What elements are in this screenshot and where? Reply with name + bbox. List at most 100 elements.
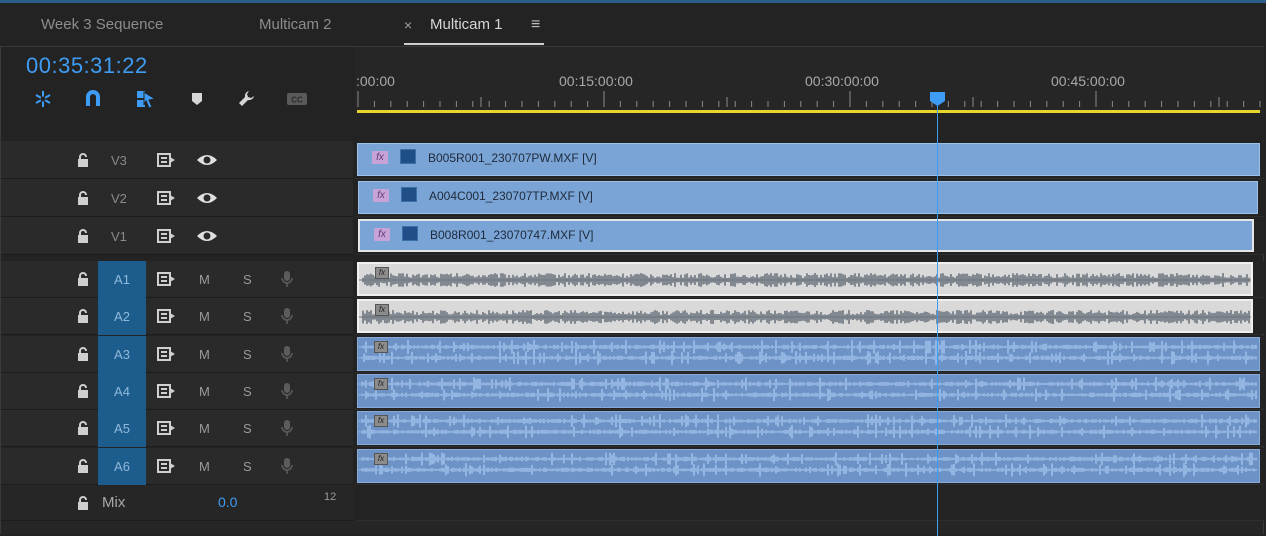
sync-lock-icon[interactable] — [157, 347, 177, 361]
audio-clip[interactable]: fx — [357, 449, 1260, 483]
sync-lock-icon[interactable] — [157, 309, 177, 323]
microphone-icon[interactable] — [281, 419, 293, 437]
audio-clip[interactable]: fx — [357, 337, 1260, 371]
sync-lock-icon[interactable] — [157, 229, 177, 243]
lock-icon[interactable] — [76, 346, 90, 362]
lock-icon[interactable] — [76, 383, 90, 399]
audio-waveform — [358, 340, 1257, 365]
source-patch-target[interactable]: A6 — [98, 448, 146, 485]
lock-icon[interactable] — [76, 271, 90, 287]
solo-button[interactable]: S — [243, 309, 252, 324]
video-clip[interactable]: fx B005R001_230707PW.MXF [V] — [357, 143, 1260, 176]
eye-icon[interactable] — [196, 153, 218, 167]
audio-clip[interactable]: fx — [357, 299, 1253, 333]
video-clip[interactable]: fx A004C001_230707TP.MXF [V] — [358, 181, 1258, 214]
lock-icon[interactable] — [76, 308, 90, 324]
track-name: A1 — [114, 272, 130, 287]
mix-level-indicator: 12 — [324, 491, 337, 503]
audio-clip[interactable]: fx — [357, 411, 1260, 445]
tab-close-icon[interactable]: × — [404, 17, 412, 33]
audio-track-header-a2: A2 M S — [1, 298, 353, 335]
mix-volume-value[interactable]: 0.0 — [218, 494, 237, 510]
source-patch-target[interactable]: A4 — [98, 373, 146, 410]
fx-badge-icon[interactable]: fx — [374, 378, 388, 390]
playhead-line[interactable] — [937, 100, 938, 536]
solo-button[interactable]: S — [243, 347, 252, 362]
solo-button[interactable]: S — [243, 272, 252, 287]
audio-clip[interactable]: fx — [357, 374, 1260, 408]
solo-button[interactable]: S — [243, 384, 252, 399]
sync-lock-icon[interactable] — [157, 459, 177, 473]
fx-badge-icon[interactable]: fx — [374, 453, 388, 465]
clip-name: A004C001_230707TP.MXF [V] — [429, 189, 593, 203]
source-patch-target[interactable]: A5 — [98, 410, 146, 447]
video-clip[interactable]: fx B008R001_23070747.MXF [V] — [358, 219, 1254, 252]
microphone-icon[interactable] — [281, 270, 293, 288]
sync-lock-icon[interactable] — [157, 272, 177, 286]
microphone-icon[interactable] — [281, 457, 293, 475]
fx-badge-icon[interactable]: fx — [373, 189, 389, 202]
lock-icon[interactable] — [76, 458, 90, 474]
ruler-label-45: 00:45:00:00 — [1051, 73, 1125, 89]
linked-selection-icon[interactable] — [135, 88, 157, 110]
mute-button[interactable]: M — [199, 384, 210, 399]
fx-badge-icon[interactable]: fx — [374, 415, 388, 427]
tab-multicam-1[interactable]: Multicam 1 — [430, 16, 503, 33]
microphone-icon[interactable] — [281, 382, 293, 400]
solo-button[interactable]: S — [243, 421, 252, 436]
panel-menu-icon[interactable]: ≡ — [531, 16, 540, 34]
microphone-icon[interactable] — [281, 307, 293, 325]
sync-lock-icon[interactable] — [157, 191, 177, 205]
horizontal-scrollbar[interactable] — [1, 521, 1263, 534]
fx-badge-icon[interactable]: fx — [375, 304, 389, 316]
track-name[interactable]: V1 — [111, 229, 127, 244]
sync-lock-icon[interactable] — [157, 421, 177, 435]
ruler-label-0: :00:00 — [356, 73, 395, 89]
mute-button[interactable]: M — [199, 459, 210, 474]
audio-clip[interactable]: fx — [357, 262, 1253, 296]
video-track-header-v2: V2 — [1, 179, 353, 217]
audio-track-header-a1: A1 M S — [1, 261, 353, 298]
audio-waveform — [359, 273, 1251, 287]
eye-icon[interactable] — [196, 229, 218, 243]
playhead-timecode[interactable]: 00:35:31:22 — [26, 53, 148, 79]
multicam-clip-icon — [401, 187, 417, 202]
multicam-clip-icon — [402, 226, 418, 241]
add-marker-icon[interactable] — [186, 88, 208, 110]
time-ruler[interactable]: :00:00 00:15:00:00 00:30:00:00 00:45:00:… — [355, 47, 1264, 113]
mute-button[interactable]: M — [199, 421, 210, 436]
mute-button[interactable]: M — [199, 272, 210, 287]
lock-icon[interactable] — [76, 495, 90, 511]
fx-badge-icon[interactable]: fx — [375, 267, 389, 279]
sync-lock-icon[interactable] — [157, 153, 177, 167]
source-patch-target[interactable]: A3 — [98, 336, 146, 373]
playhead-handle[interactable] — [930, 92, 945, 106]
audio-waveform — [358, 414, 1257, 439]
source-patch-target[interactable]: A2 — [98, 298, 146, 335]
lock-icon[interactable] — [76, 190, 90, 206]
mute-button[interactable]: M — [199, 347, 210, 362]
tab-multicam-2[interactable]: Multicam 2 — [259, 16, 332, 33]
snap-icon[interactable] — [32, 88, 54, 110]
microphone-icon[interactable] — [281, 345, 293, 363]
captions-icon[interactable]: CC — [286, 88, 308, 110]
lock-icon[interactable] — [76, 152, 90, 168]
lock-icon[interactable] — [76, 420, 90, 436]
eye-icon[interactable] — [196, 191, 218, 205]
sync-lock-icon[interactable] — [157, 384, 177, 398]
source-patch-target[interactable]: A1 — [98, 261, 146, 298]
multicam-clip-icon — [400, 149, 416, 164]
solo-button[interactable]: S — [243, 459, 252, 474]
audio-track-header-a3: A3 M S — [1, 336, 353, 373]
mute-button[interactable]: M — [199, 309, 210, 324]
track-name[interactable]: V2 — [111, 191, 127, 206]
magnet-icon[interactable] — [82, 88, 104, 110]
track-gap — [355, 113, 1264, 140]
fx-badge-icon[interactable]: fx — [374, 341, 388, 353]
wrench-icon[interactable] — [236, 88, 258, 110]
tab-week-3-sequence[interactable]: Week 3 Sequence — [41, 16, 163, 33]
lock-icon[interactable] — [76, 228, 90, 244]
fx-badge-icon[interactable]: fx — [374, 228, 390, 241]
track-name[interactable]: V3 — [111, 153, 127, 168]
fx-badge-icon[interactable]: fx — [372, 151, 388, 164]
